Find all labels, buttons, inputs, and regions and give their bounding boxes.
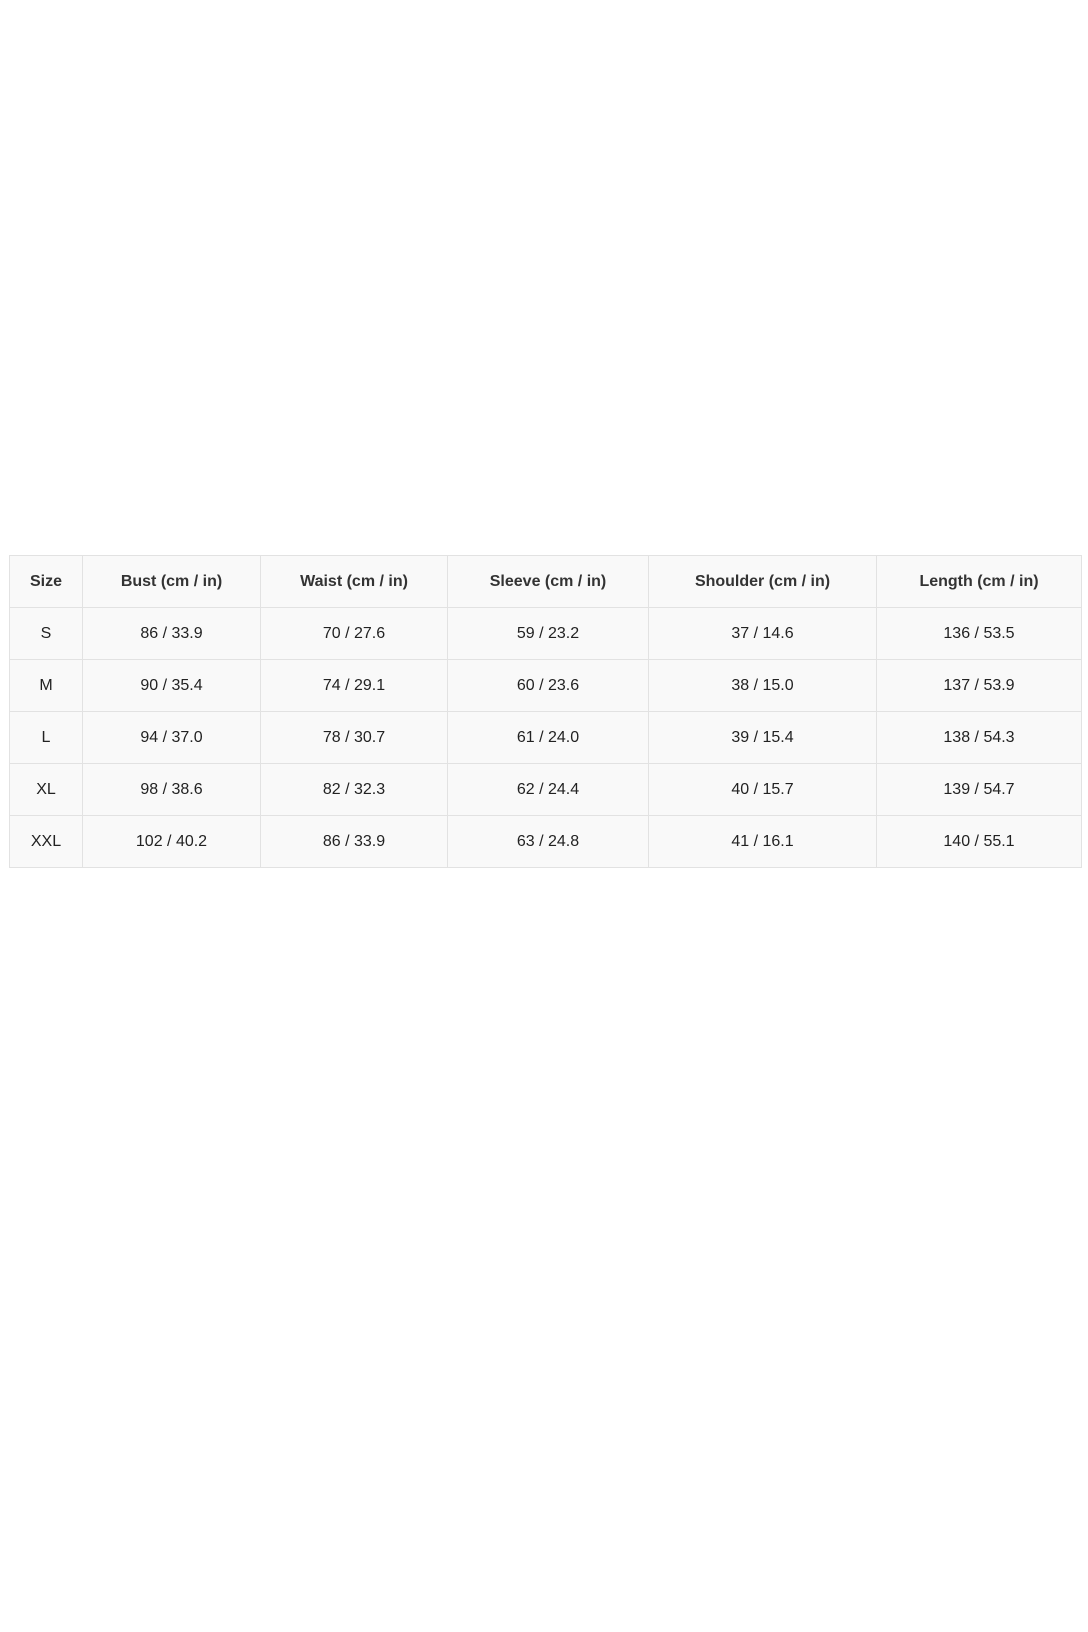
cell-sleeve: 59 / 23.2: [447, 607, 649, 660]
cell-waist: 74 / 29.1: [260, 659, 448, 712]
cell-length: 139 / 54.7: [876, 763, 1082, 816]
cell-size: XL: [9, 763, 83, 816]
table-row: XL 98 / 38.6 82 / 32.3 62 / 24.4 40 / 15…: [9, 763, 1082, 816]
cell-waist: 86 / 33.9: [260, 815, 448, 868]
cell-shoulder: 37 / 14.6: [648, 607, 877, 660]
cell-shoulder: 39 / 15.4: [648, 711, 877, 764]
cell-waist: 78 / 30.7: [260, 711, 448, 764]
cell-length: 140 / 55.1: [876, 815, 1082, 868]
table-row: M 90 / 35.4 74 / 29.1 60 / 23.6 38 / 15.…: [9, 659, 1082, 712]
header-sleeve: Sleeve (cm / in): [447, 555, 649, 608]
cell-size: S: [9, 607, 83, 660]
cell-waist: 82 / 32.3: [260, 763, 448, 816]
cell-length: 137 / 53.9: [876, 659, 1082, 712]
cell-sleeve: 62 / 24.4: [447, 763, 649, 816]
cell-sleeve: 60 / 23.6: [447, 659, 649, 712]
cell-bust: 102 / 40.2: [82, 815, 261, 868]
table-row: XXL 102 / 40.2 86 / 33.9 63 / 24.8 41 / …: [9, 815, 1082, 868]
table-row: S 86 / 33.9 70 / 27.6 59 / 23.2 37 / 14.…: [9, 607, 1082, 660]
cell-shoulder: 38 / 15.0: [648, 659, 877, 712]
cell-length: 136 / 53.5: [876, 607, 1082, 660]
cell-size: XXL: [9, 815, 83, 868]
cell-sleeve: 63 / 24.8: [447, 815, 649, 868]
size-chart-table: Size Bust (cm / in) Waist (cm / in) Slee…: [9, 555, 1082, 868]
header-size: Size: [9, 555, 83, 608]
header-bust: Bust (cm / in): [82, 555, 261, 608]
cell-bust: 90 / 35.4: [82, 659, 261, 712]
cell-sleeve: 61 / 24.0: [447, 711, 649, 764]
cell-shoulder: 40 / 15.7: [648, 763, 877, 816]
header-waist: Waist (cm / in): [260, 555, 448, 608]
table-header-row: Size Bust (cm / in) Waist (cm / in) Slee…: [9, 555, 1082, 608]
cell-shoulder: 41 / 16.1: [648, 815, 877, 868]
cell-size: L: [9, 711, 83, 764]
cell-size: M: [9, 659, 83, 712]
cell-bust: 98 / 38.6: [82, 763, 261, 816]
table-row: L 94 / 37.0 78 / 30.7 61 / 24.0 39 / 15.…: [9, 711, 1082, 764]
cell-length: 138 / 54.3: [876, 711, 1082, 764]
cell-bust: 94 / 37.0: [82, 711, 261, 764]
cell-bust: 86 / 33.9: [82, 607, 261, 660]
header-length: Length (cm / in): [876, 555, 1082, 608]
cell-waist: 70 / 27.6: [260, 607, 448, 660]
header-shoulder: Shoulder (cm / in): [648, 555, 877, 608]
